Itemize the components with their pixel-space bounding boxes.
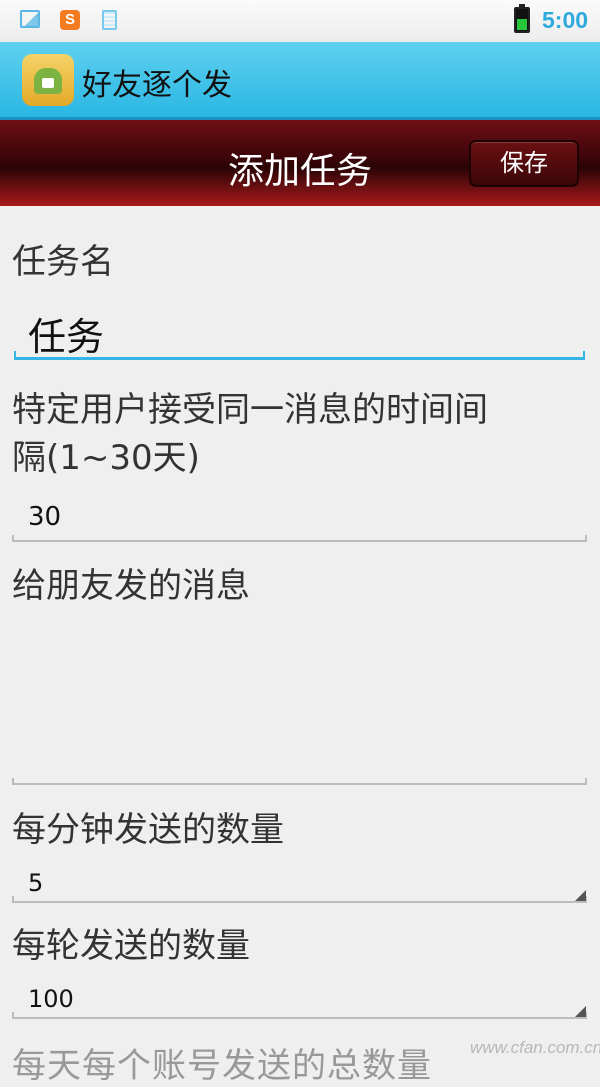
page-header: 添加任务 保存 (0, 120, 600, 206)
sogou-input-icon: S (60, 10, 80, 30)
per-minute-spinner[interactable]: 5 (28, 869, 43, 897)
interval-underline (12, 535, 587, 542)
task-name-underline (14, 351, 585, 360)
per-round-spinner[interactable]: 100 (28, 985, 74, 1013)
status-bar: S 5:00 (0, 0, 600, 43)
app-title: 好友逐个发 (82, 68, 232, 103)
message-label: 给朋友发的消息 (12, 566, 250, 606)
app-icon (22, 54, 74, 106)
per-round-underline (12, 1012, 587, 1019)
task-name-input[interactable]: 任务 (28, 306, 104, 361)
per-minute-underline (12, 896, 587, 903)
per-round-label: 每轮发送的数量 (12, 926, 250, 966)
per-minute-label: 每分钟发送的数量 (12, 810, 284, 850)
gallery-icon (20, 10, 40, 28)
battery-icon (514, 4, 530, 33)
per-minute-dropdown-icon[interactable] (575, 890, 586, 901)
message-underline (12, 778, 587, 785)
task-name-label: 任务名 (12, 242, 114, 282)
next-field-label: 每天每个账号发送的总数量 (12, 1046, 432, 1086)
save-button[interactable]: 保存 (469, 140, 579, 187)
clipboard-icon (102, 10, 117, 30)
interval-label-line1: 特定用户接受同一消息的时间间 (12, 390, 488, 430)
per-round-dropdown-icon[interactable] (575, 1006, 586, 1017)
status-clock: 5:00 (542, 7, 589, 33)
app-title-bar: 好友逐个发 (0, 42, 600, 120)
watermark-text: www.cfan.com.cn (470, 1038, 600, 1057)
message-input[interactable] (28, 620, 578, 780)
interval-input[interactable]: 30 (28, 502, 61, 532)
interval-label-line2: 隔(1~30天) (12, 438, 200, 478)
